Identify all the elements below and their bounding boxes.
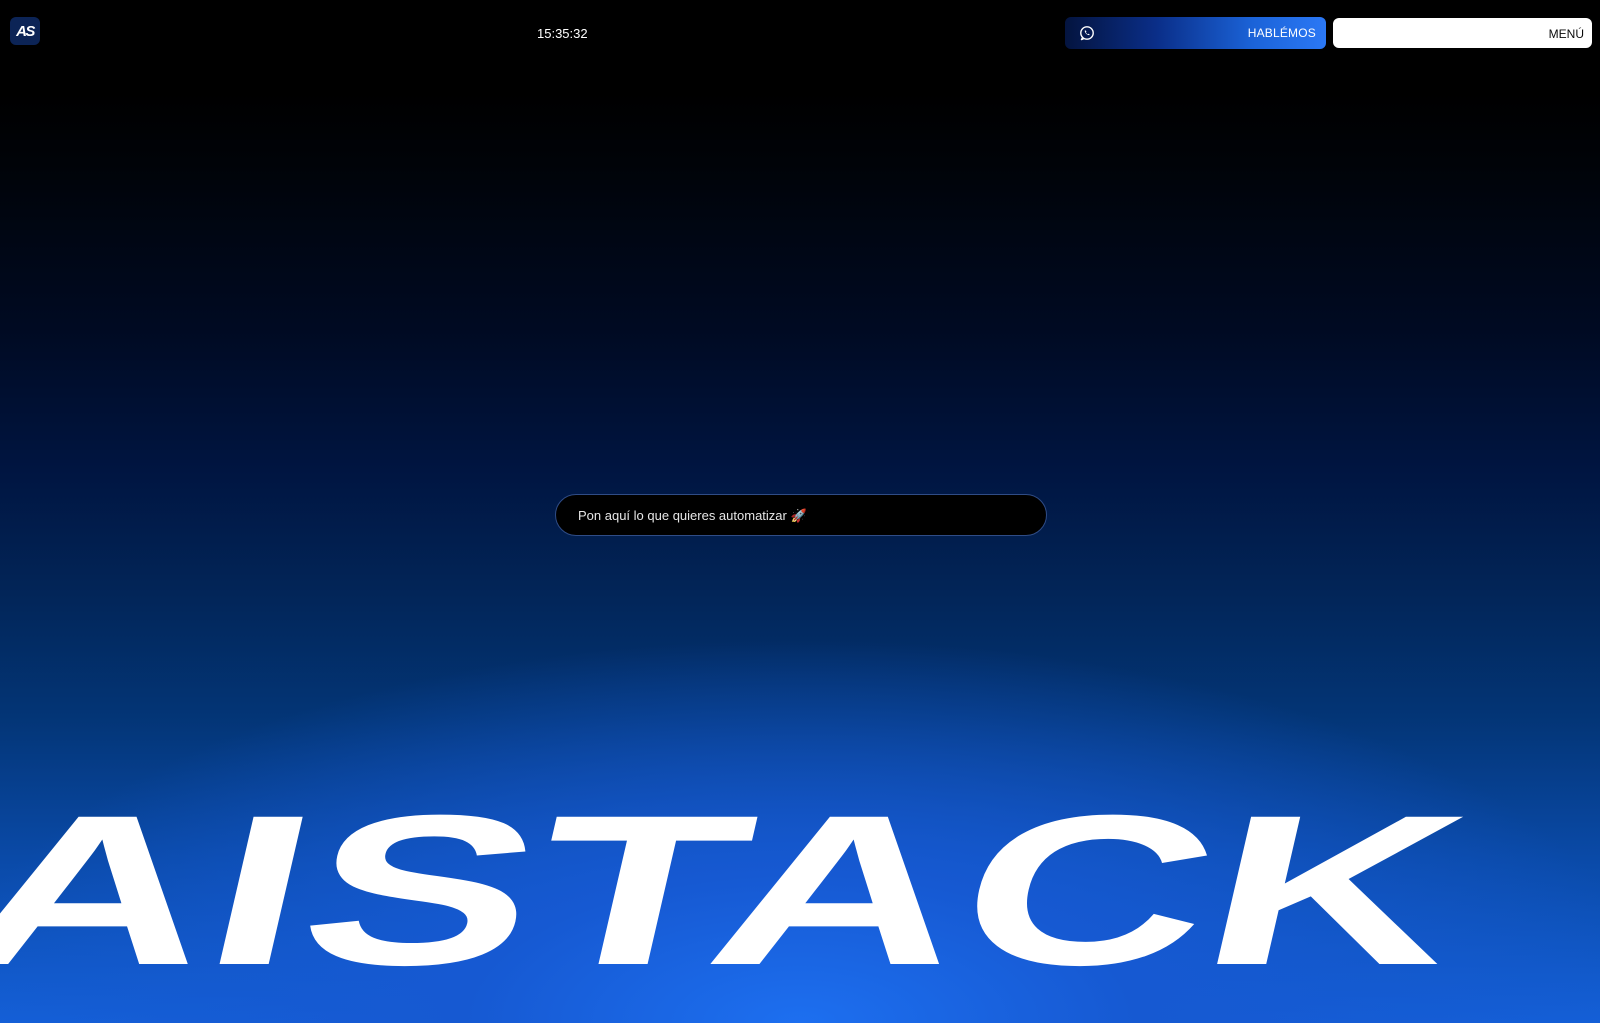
- menu-button[interactable]: MENÚ: [1333, 18, 1592, 48]
- brand-wordmark-text: AISTACK: [0, 780, 1485, 980]
- automation-prompt-input[interactable]: [576, 506, 1046, 524]
- site-logo[interactable]: AS: [10, 17, 40, 45]
- contact-button[interactable]: HABLÉMOS: [1065, 17, 1326, 49]
- top-bar: AS 15:35:32 HABLÉMOS MENÚ: [0, 0, 1600, 66]
- brand-wordmark: AISTACK: [0, 780, 1485, 980]
- whatsapp-icon: [1080, 26, 1094, 41]
- automation-prompt-field[interactable]: [555, 494, 1047, 536]
- logo-text: AS: [16, 22, 35, 40]
- clock-time: 15:35:32: [537, 26, 588, 41]
- menu-button-label: MENÚ: [1548, 27, 1584, 41]
- contact-button-label: HABLÉMOS: [1247, 26, 1316, 40]
